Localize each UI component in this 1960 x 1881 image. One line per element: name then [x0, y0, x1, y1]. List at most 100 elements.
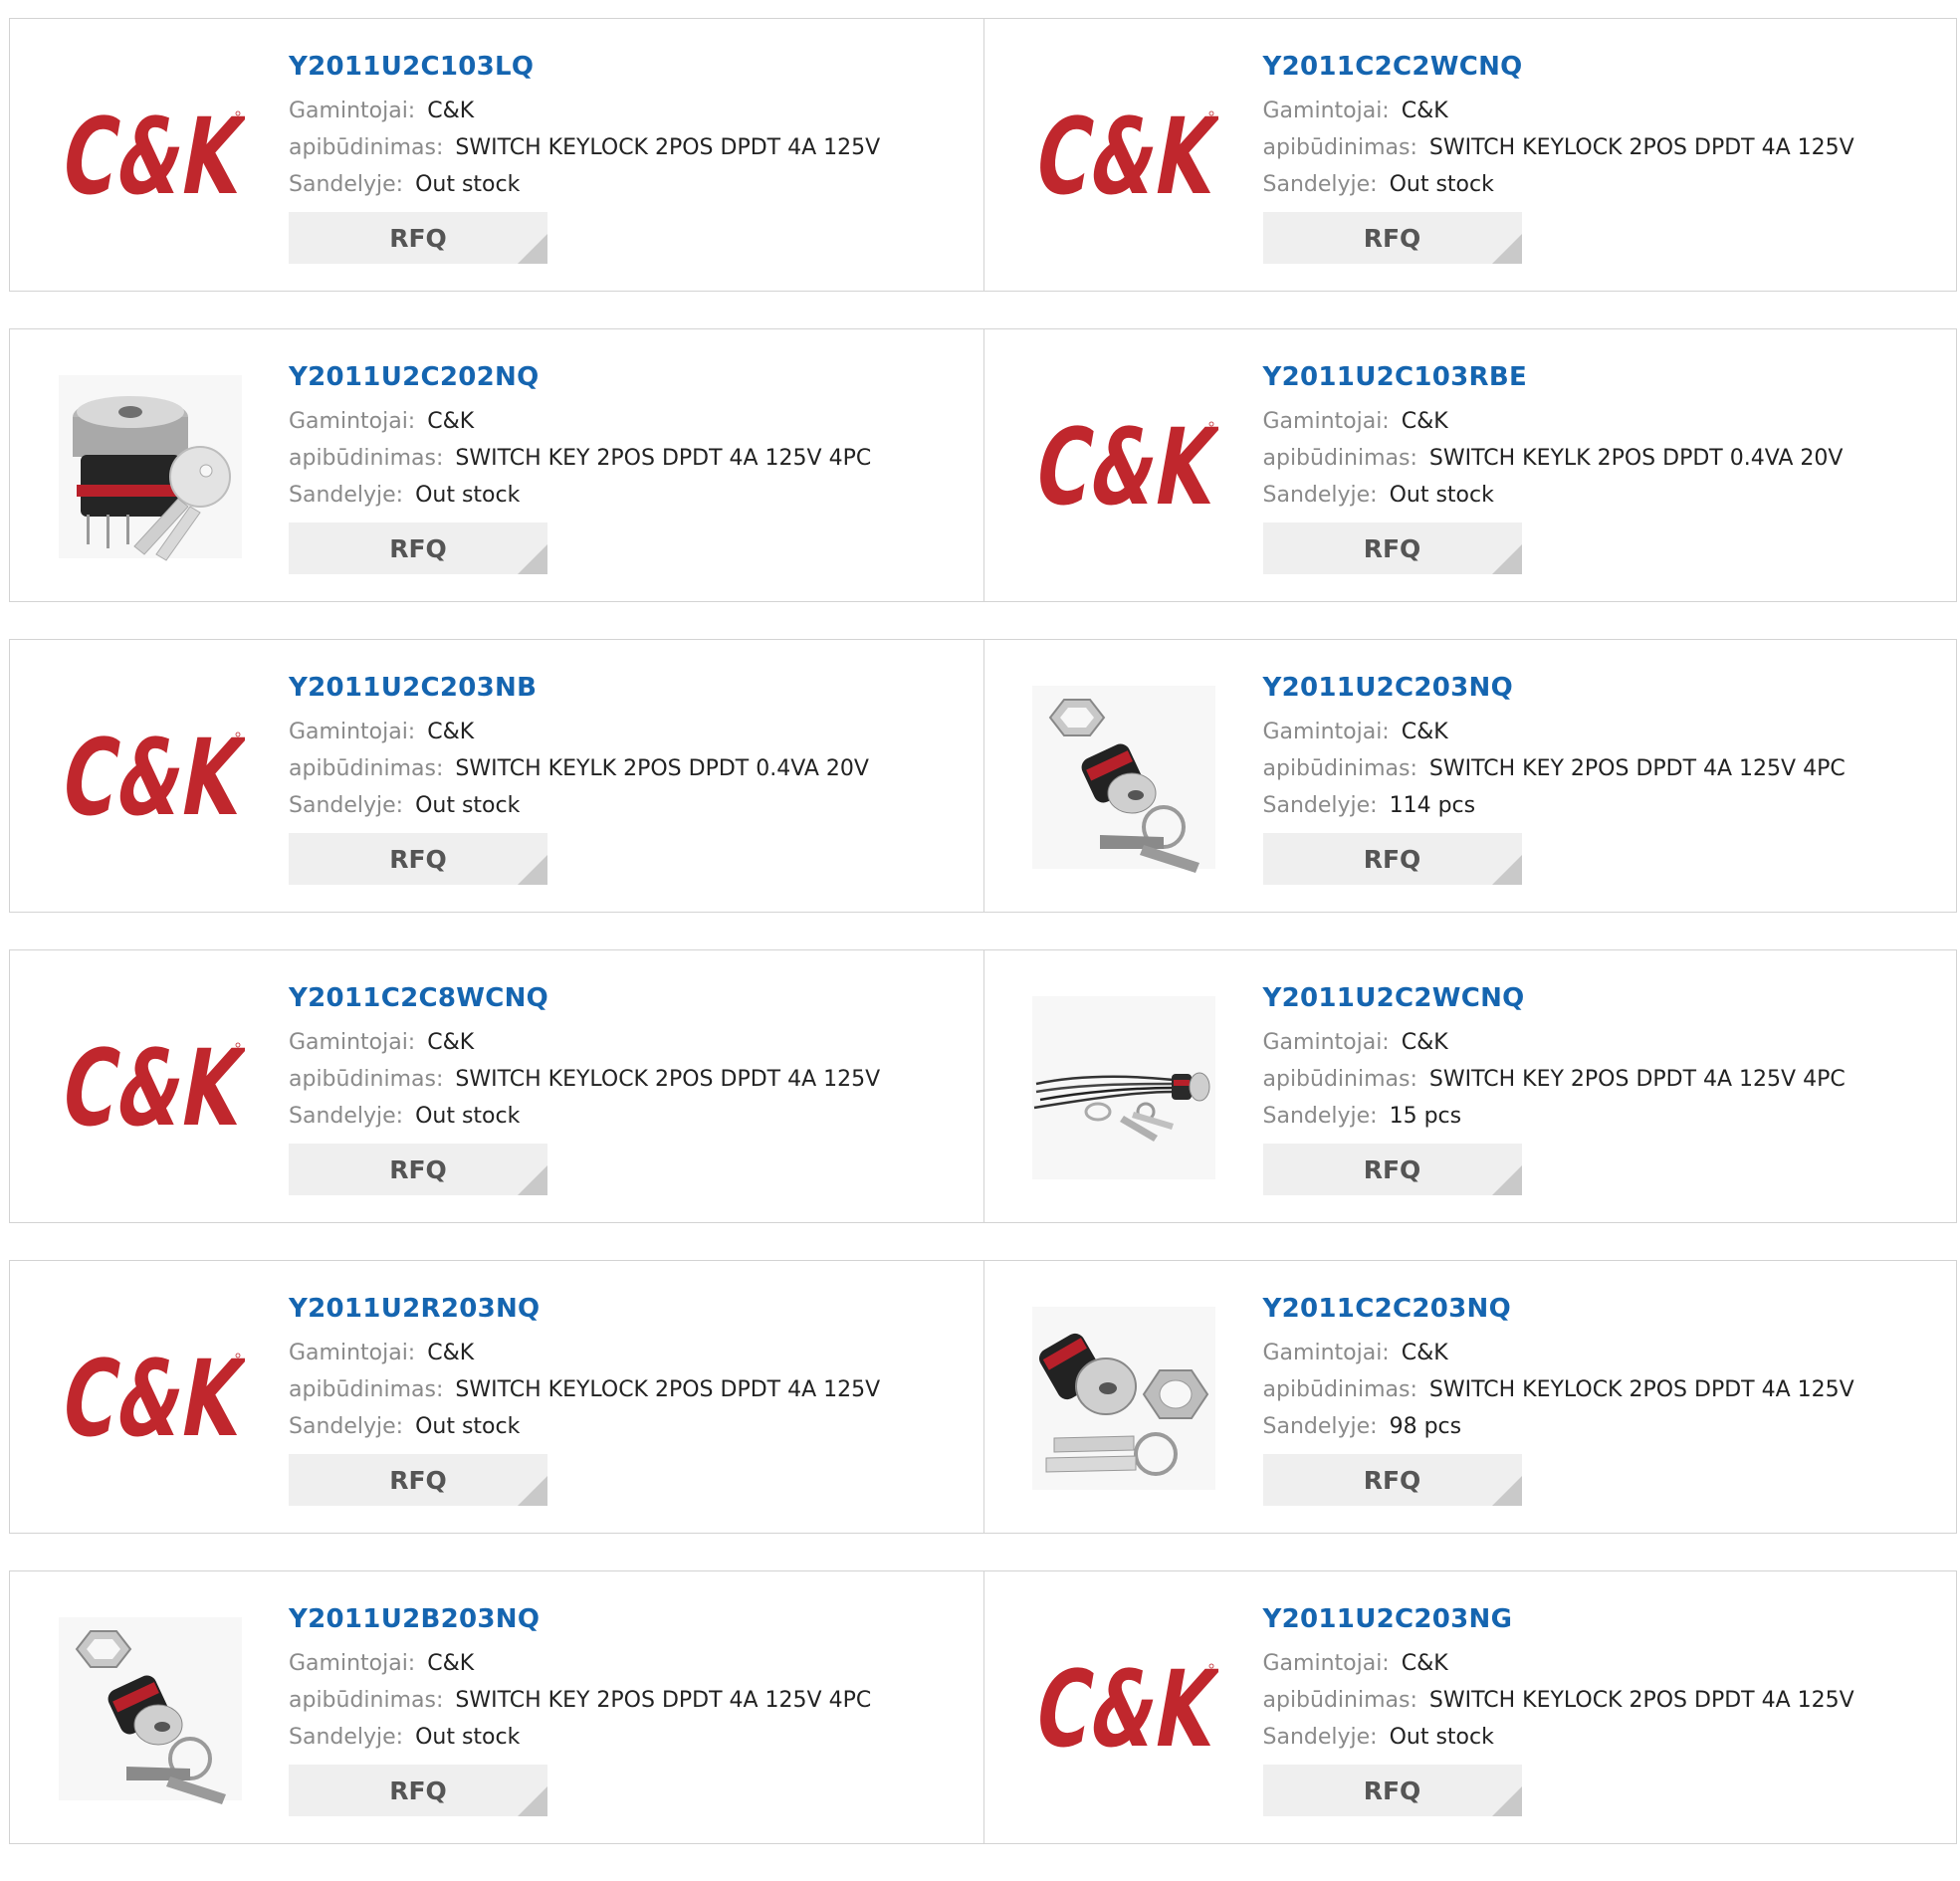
stock-line: Sandelyje: Out stock — [289, 166, 880, 203]
product-image[interactable] — [48, 1606, 252, 1810]
ck-logo-icon: C&K — [1029, 1654, 1218, 1764]
part-number-link[interactable]: Y2011U2C203NB — [289, 670, 869, 706]
product-image[interactable]: C&K — [1022, 1606, 1226, 1810]
manufacturer-label: Gamintojai: — [1262, 1341, 1390, 1365]
product-image[interactable]: C&K — [48, 675, 252, 879]
product-info: Y2011U2C202NQ Gamintojai: C&K apibūdinimas:… — [289, 359, 871, 574]
stock-value: 98 pcs — [1389, 1414, 1462, 1439]
manufacturer-label: Gamintojai: — [1262, 1030, 1390, 1055]
manufacturer-value: C&K — [1401, 1030, 1448, 1055]
description-value: SWITCH KEY 2POS DPDT 4A 125V 4PC — [455, 1688, 872, 1713]
product-info: Y2011U2C2WCNQ Gamintojai: C&K apibūdinimas:… — [1262, 980, 1846, 1195]
stock-line: Sandelyje: Out stock — [289, 477, 871, 514]
rfq-button[interactable]: RFQ — [1262, 833, 1522, 885]
manufacturer-value: C&K — [1401, 99, 1448, 123]
description-line: apibūdinimas: SWITCH KEYLOCK 2POS DPDT 4A… — [1263, 1682, 1854, 1719]
description-label: apibūdinimas: — [1262, 135, 1417, 160]
description-label: apibūdinimas: — [289, 1067, 444, 1092]
manufacturer-line: Gamintojai: C&K — [1263, 714, 1846, 750]
product-info: Y2011C2C8WCNQ Gamintojai: C&K apibūdinimas:… — [289, 980, 880, 1195]
manufacturer-label: Gamintojai: — [1262, 720, 1390, 744]
rfq-button[interactable]: RFQ — [289, 522, 547, 574]
stock-line: Sandelyje: Out stock — [1263, 166, 1854, 203]
stock-label: Sandelyje: — [289, 1725, 404, 1750]
product-card: C&K Y2011U2C103LQ Gamintojai: C&K apibūdini… — [10, 19, 983, 291]
rfq-button[interactable]: RFQ — [289, 1454, 547, 1506]
product-image[interactable] — [1022, 1296, 1226, 1500]
rfq-button[interactable]: RFQ — [289, 1765, 547, 1816]
rfq-button[interactable]: RFQ — [1262, 212, 1522, 264]
part-number-link[interactable]: Y2011C2C2WCNQ — [1263, 49, 1854, 85]
rfq-button[interactable]: RFQ — [1262, 1144, 1522, 1195]
stock-value: Out stock — [415, 1414, 521, 1439]
product-card: C&K Y2011U2R203NQ Gamintojai: C&K apibūdini… — [10, 1261, 983, 1533]
product-info: Y2011U2B203NQ Gamintojai: C&K apibūdinimas:… — [289, 1601, 871, 1816]
ck-logo-icon: C&K — [56, 1033, 245, 1143]
product-image[interactable] — [1022, 675, 1226, 879]
manufacturer-value: C&K — [427, 720, 475, 744]
stock-line: Sandelyje: Out stock — [1263, 477, 1844, 514]
product-info: Y2011U2C203NQ Gamintojai: C&K apibūdinimas:… — [1262, 670, 1846, 885]
product-image[interactable]: C&K — [48, 54, 252, 258]
product-info: Y2011U2C103RBE Gamintojai: C&K apibūdinimas… — [1262, 359, 1844, 574]
rfq-label: RFQ — [389, 1154, 447, 1184]
product-image[interactable] — [48, 364, 252, 568]
part-number-link[interactable]: Y2011U2C203NG — [1263, 1601, 1854, 1637]
product-image[interactable]: C&K — [1022, 364, 1226, 568]
description-label: apibūdinimas: — [289, 1377, 444, 1402]
stock-line: Sandelyje: Out stock — [1263, 1719, 1854, 1756]
svg-text:C&K: C&K — [56, 723, 245, 832]
stock-value: Out stock — [415, 483, 521, 508]
description-label: apibūdinimas: — [289, 135, 444, 160]
product-image[interactable] — [1022, 985, 1226, 1189]
part-number-link[interactable]: Y2011U2C202NQ — [289, 359, 871, 395]
rfq-label: RFQ — [389, 844, 447, 874]
manufacturer-line: Gamintojai: C&K — [289, 403, 871, 440]
manufacturer-label: Gamintojai: — [289, 1030, 416, 1055]
stock-label: Sandelyje: — [1262, 793, 1378, 818]
svg-text:C&K: C&K — [56, 102, 245, 211]
product-image[interactable]: C&K — [1022, 54, 1226, 258]
ck-logo-icon: C&K — [56, 723, 245, 832]
part-number-link[interactable]: Y2011U2C203NQ — [1263, 670, 1846, 706]
rfq-button[interactable]: RFQ — [289, 1144, 547, 1195]
product-image[interactable]: C&K — [48, 1296, 252, 1500]
part-number-link[interactable]: Y2011C2C203NQ — [1263, 1291, 1854, 1327]
rfq-button[interactable]: RFQ — [1262, 1454, 1522, 1506]
keylock-nut-keys-photo-icon — [1032, 685, 1215, 873]
stock-value: Out stock — [415, 1725, 521, 1750]
part-number-link[interactable]: Y2011C2C8WCNQ — [289, 980, 880, 1016]
product-card: C&K Y2011C2C8WCNQ Gamintojai: C&K apibūdini… — [10, 950, 983, 1222]
product-row: C&K Y2011C2C8WCNQ Gamintojai: C&K apibūdini… — [9, 949, 1957, 1223]
part-number-link[interactable]: Y2011U2B203NQ — [289, 1601, 871, 1637]
manufacturer-label: Gamintojai: — [289, 409, 416, 434]
manufacturer-value: C&K — [1401, 1651, 1448, 1676]
part-number-link[interactable]: Y2011U2C103LQ — [289, 49, 880, 85]
description-line: apibūdinimas: SWITCH KEYLOCK 2POS DPDT 4A… — [289, 1371, 880, 1408]
description-line: apibūdinimas: SWITCH KEYLOCK 2POS DPDT 4A… — [289, 1061, 880, 1098]
part-number-link[interactable]: Y2011U2R203NQ — [289, 1291, 880, 1327]
rfq-button[interactable]: RFQ — [289, 833, 547, 885]
ck-logo-icon: C&K — [56, 102, 245, 211]
manufacturer-label: Gamintojai: — [289, 720, 416, 744]
manufacturer-line: Gamintojai: C&K — [1263, 1024, 1846, 1061]
product-row: C&K Y2011U2R203NQ Gamintojai: C&K apibūdini… — [9, 1260, 1957, 1534]
ck-logo-icon: C&K — [1029, 412, 1218, 522]
manufacturer-value: C&K — [1401, 1341, 1448, 1365]
part-number-link[interactable]: Y2011U2C2WCNQ — [1263, 980, 1846, 1016]
stock-line: Sandelyje: 98 pcs — [1263, 1408, 1854, 1445]
part-number-link[interactable]: Y2011U2C103RBE — [1263, 359, 1844, 395]
product-image[interactable]: C&K — [48, 985, 252, 1189]
manufacturer-value: C&K — [427, 1030, 475, 1055]
stock-value: 15 pcs — [1389, 1104, 1462, 1129]
description-label: apibūdinimas: — [289, 1688, 444, 1713]
rfq-label: RFQ — [1363, 223, 1421, 253]
rfq-button[interactable]: RFQ — [289, 212, 547, 264]
description-value: SWITCH KEYLOCK 2POS DPDT 4A 125V — [455, 1377, 881, 1402]
stock-line: Sandelyje: Out stock — [289, 787, 869, 824]
rfq-label: RFQ — [389, 223, 447, 253]
product-row: Y2011U2B203NQ Gamintojai: C&K apibūdinimas:… — [9, 1570, 1957, 1844]
rfq-button[interactable]: RFQ — [1262, 1765, 1522, 1816]
rfq-button[interactable]: RFQ — [1262, 522, 1522, 574]
description-line: apibūdinimas: SWITCH KEY 2POS DPDT 4A 125… — [1263, 1061, 1846, 1098]
